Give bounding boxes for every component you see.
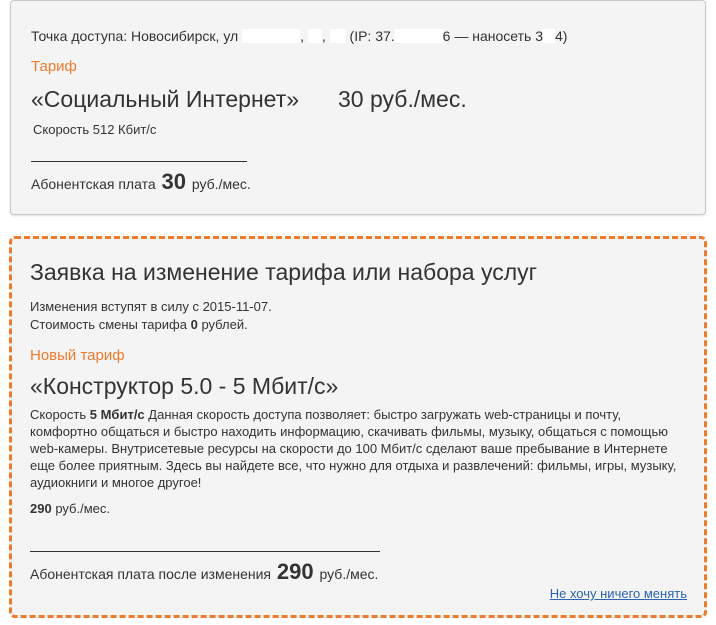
- new-price-unit: руб./мес.: [55, 501, 111, 516]
- new-tariff-price: 290 руб./мес.: [30, 501, 110, 516]
- redacted-flat: [329, 29, 346, 43]
- effective-date-note: Изменения вступят в силу с 2015-11-07.: [30, 299, 272, 314]
- tariff-price: 30 руб./мес.: [338, 86, 467, 112]
- subscription-fee: Абонентская плата 30 руб./мес.: [31, 169, 251, 195]
- desc-speed-prefix: Скорость: [30, 407, 87, 422]
- redacted-ip: [394, 29, 443, 43]
- fee-value: 30: [161, 169, 186, 194]
- new-fee-label: Абонентская плата после изменения: [30, 566, 272, 582]
- redacted-street: [242, 29, 301, 43]
- change-cost-value: 0: [190, 317, 198, 332]
- access-point-prefix: Точка доступа: Новосибирск, ул: [31, 28, 239, 44]
- fee-divider: [31, 161, 247, 162]
- new-tariff-label: Новый тариф: [30, 347, 125, 364]
- access-point-ip-mid: 6 — наносеть 3: [442, 28, 543, 44]
- redacted-nanonet: [542, 29, 555, 43]
- new-subscription-fee: Абонентская плата после изменения 290 ру…: [30, 559, 378, 585]
- access-point-separator: ,: [321, 28, 326, 44]
- current-tariff-card: Точка доступа: Новосибирск, ул , , (IP: …: [10, 0, 706, 215]
- change-cost-note: Стоимость смены тарифа 0 рублей.: [30, 317, 248, 332]
- tariff-name: «Социальный Интернет»: [31, 86, 300, 112]
- new-fee-unit: руб./мес.: [319, 566, 379, 582]
- desc-speed-value: 5 Мбит/с: [89, 407, 145, 422]
- tariff-change-request-card: Заявка на изменение тарифа или набора ус…: [9, 236, 707, 618]
- fee-label: Абонентская плата: [31, 176, 156, 192]
- new-price-value: 290: [30, 501, 52, 516]
- change-cost-prefix: Стоимость смены тарифа: [30, 317, 187, 332]
- access-point-ip-end: 4): [554, 28, 568, 44]
- no-change-link[interactable]: Не хочу ничего менять: [550, 586, 687, 601]
- access-point-separator: ,: [300, 28, 304, 44]
- request-title: Заявка на изменение тарифа или набора ус…: [30, 259, 538, 285]
- new-fee-divider: [30, 551, 380, 552]
- new-tariff-name: «Конструктор 5.0 - 5 Мбит/с»: [30, 373, 339, 399]
- tariff-speed: Скорость 512 Кбит/с: [33, 122, 157, 137]
- tariff-label: Тариф: [31, 58, 77, 75]
- fee-unit: руб./мес.: [191, 176, 251, 192]
- access-point-ip-prefix: (IP: 37.: [349, 28, 395, 44]
- change-cost-suffix: рублей.: [201, 317, 248, 332]
- new-fee-value: 290: [276, 559, 314, 584]
- new-tariff-description: Скорость 5 Мбит/с Данная скорость доступ…: [30, 406, 690, 491]
- redacted-house: [307, 29, 322, 43]
- access-point-line: Точка доступа: Новосибирск, ул , , (IP: …: [31, 28, 567, 44]
